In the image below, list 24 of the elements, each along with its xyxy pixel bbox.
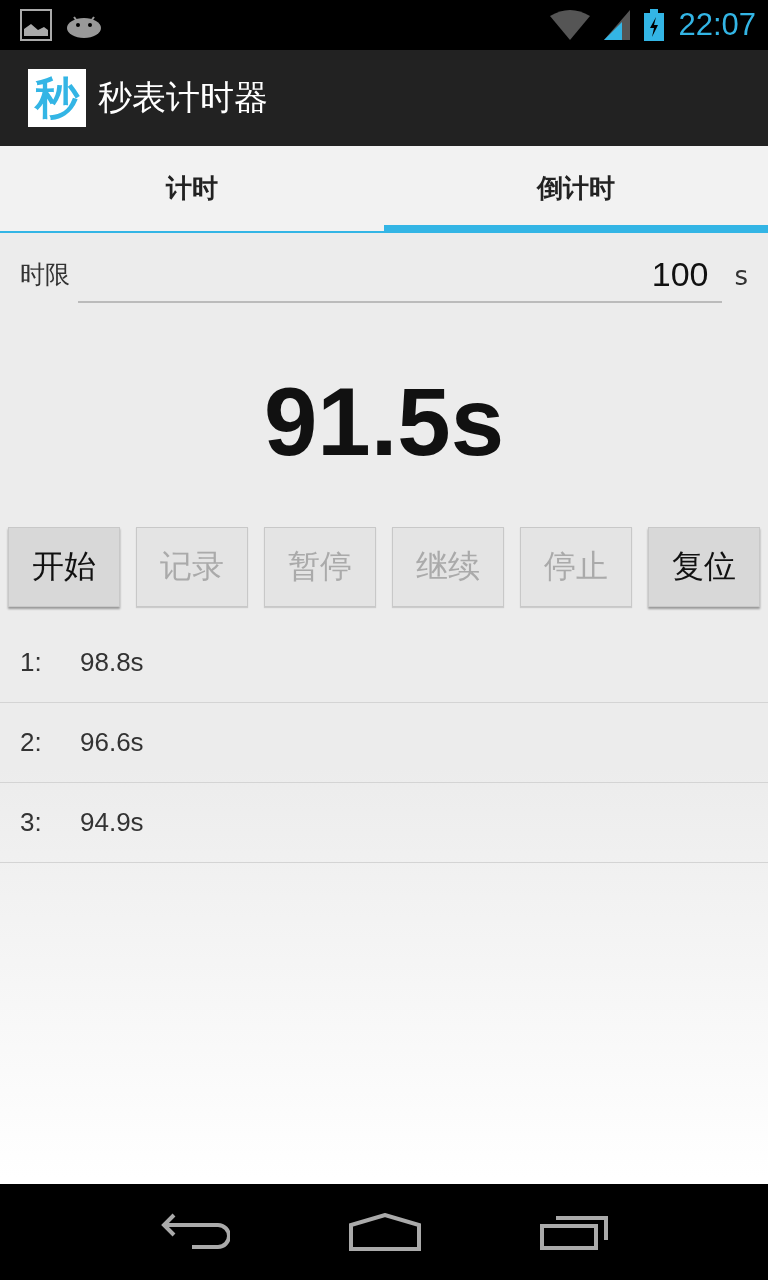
tab[interactable]: 计时 <box>0 146 384 231</box>
input-field[interactable]: 100 <box>78 247 723 303</box>
image-icon <box>20 9 52 41</box>
home-icon <box>349 1213 421 1251</box>
recent-apps-icon <box>540 1214 609 1250</box>
unit-label: s <box>733 261 748 293</box>
app-title: 秒表计时器 <box>98 76 268 119</box>
record-index: 2: <box>20 727 43 758</box>
wifi-icon <box>550 10 591 40</box>
record-time: 96.6s <box>80 727 144 758</box>
record-index: 3: <box>20 807 43 838</box>
countdown-display: 91.5s <box>263 367 505 477</box>
app-logo: 秒 <box>28 69 86 127</box>
record-time: 98.8s <box>80 647 144 678</box>
action-button[interactable]: 复位 <box>648 527 760 607</box>
back-icon <box>159 1213 230 1251</box>
record-time: 94.9s <box>80 807 144 838</box>
signal-icon <box>604 10 631 40</box>
field-label: 时限 <box>20 259 70 291</box>
action-button[interactable]: 开始 <box>8 527 120 607</box>
record-index: 1: <box>20 647 43 678</box>
tab[interactable]: 倒计时 <box>384 146 768 231</box>
battery-icon <box>644 9 665 41</box>
clock: 22:07 <box>678 7 756 43</box>
